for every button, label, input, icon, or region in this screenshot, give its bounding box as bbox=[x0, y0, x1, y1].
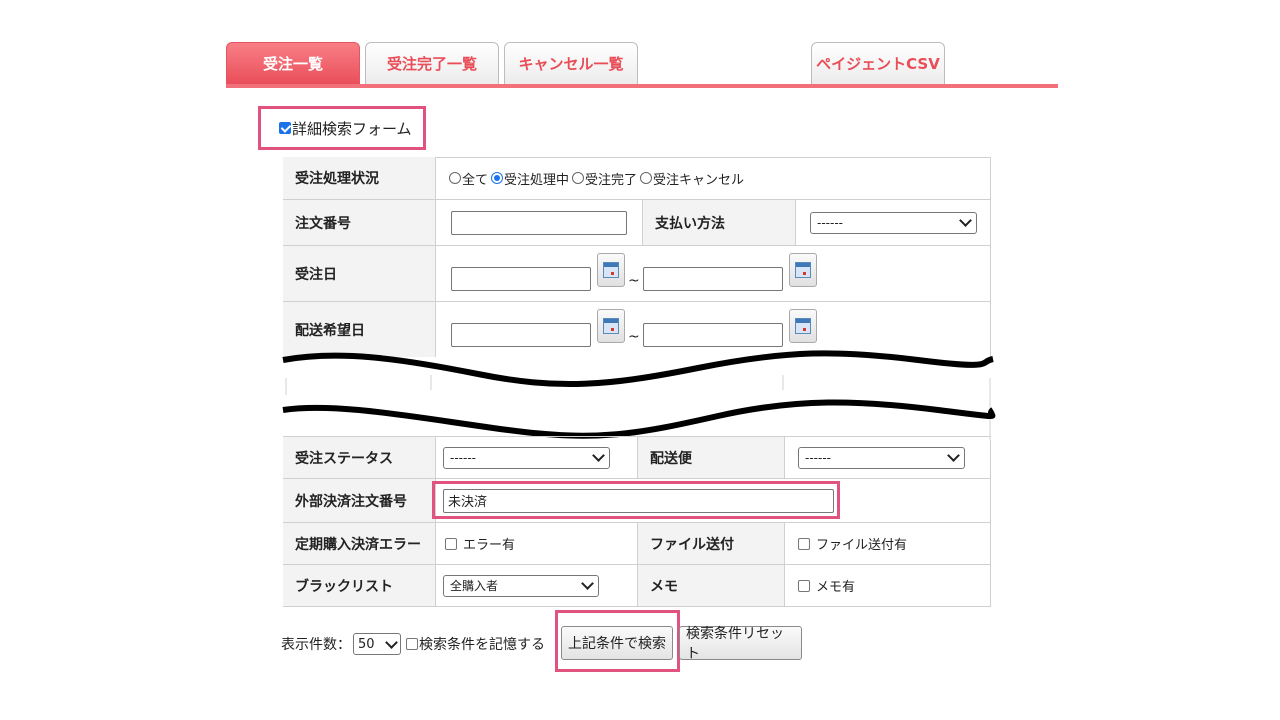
chevron-down-icon bbox=[592, 449, 605, 462]
option-completed-label: 受注完了 bbox=[585, 172, 638, 188]
calendar-icon[interactable] bbox=[788, 252, 817, 287]
delivery-service-label: 配送便 bbox=[637, 437, 785, 478]
delivery-date-separator: ~ bbox=[628, 328, 640, 345]
row-order-date: 受注日 ~ bbox=[283, 245, 991, 301]
option-cancelled[interactable]: 受注キャンセル bbox=[640, 169, 744, 188]
memo-label: メモ bbox=[637, 565, 785, 606]
order-date-label: 受注日 bbox=[283, 246, 436, 301]
remember-checkbox[interactable] bbox=[406, 638, 418, 650]
display-count-group: 表示件数： 50 検索条件を記憶する bbox=[281, 632, 545, 656]
row-subscription-error: 定期購入決済エラー エラー有 ファイル送付 ファイル送付有 bbox=[283, 522, 991, 564]
memo-checkbox-label: メモ有 bbox=[816, 580, 856, 595]
delivery-date-cell: ~ bbox=[451, 302, 817, 357]
order-state-label: 受注ステータス bbox=[283, 437, 436, 478]
display-count-label: 表示件数： bbox=[281, 637, 351, 653]
option-cancelled-label: 受注キャンセル bbox=[653, 172, 745, 188]
error-checkbox-label: エラー有 bbox=[463, 538, 516, 553]
tab-completed-label: 受注完了一覧 bbox=[386, 55, 477, 73]
tab-completed-orders[interactable]: 受注完了一覧 bbox=[365, 42, 499, 84]
tab-bar: 受注一覧 受注完了一覧 キャンセル一覧 ペイジェントCSV bbox=[226, 42, 1058, 88]
option-all-label: 全て bbox=[462, 172, 489, 188]
row-delivery-date: 配送希望日 ~ bbox=[283, 301, 991, 357]
payment-method-label: 支払い方法 bbox=[642, 200, 796, 245]
blacklist-cell: 全購入者 bbox=[443, 565, 599, 606]
chevron-down-icon bbox=[581, 577, 594, 590]
tab-cancelled-label: キャンセル一覧 bbox=[518, 55, 624, 73]
delivery-date-from-input[interactable] bbox=[451, 322, 591, 347]
row-blacklist: ブラックリスト 全購入者 メモ メモ有 bbox=[283, 564, 991, 606]
detail-search-toggle[interactable]: 詳細検索フォーム bbox=[258, 106, 426, 150]
option-all[interactable]: 全て bbox=[449, 169, 488, 188]
display-count-value: 50 bbox=[358, 636, 375, 652]
delivery-service-select[interactable]: ------ bbox=[798, 446, 965, 469]
row-order-number: 注文番号 支払い方法 ------ bbox=[283, 199, 991, 245]
error-checkbox[interactable] bbox=[445, 537, 457, 550]
order-number-input[interactable] bbox=[451, 210, 627, 235]
omission-break bbox=[278, 350, 998, 440]
subscription-error-cell[interactable]: エラー有 bbox=[445, 523, 515, 564]
payment-method-select[interactable]: ------ bbox=[810, 211, 977, 234]
delivery-date-to-input[interactable] bbox=[642, 322, 783, 347]
option-processing[interactable]: 受注処理中 bbox=[491, 169, 569, 188]
calendar-icon[interactable] bbox=[597, 308, 625, 343]
chevron-down-icon bbox=[959, 214, 972, 227]
calendar-icon[interactable] bbox=[597, 252, 625, 287]
tab-underline bbox=[226, 84, 1058, 88]
order-number-cell bbox=[451, 200, 627, 245]
external-payment-label: 外部決済注文番号 bbox=[283, 479, 436, 522]
tab-paygent-label: ペイジェントCSV bbox=[816, 55, 940, 73]
order-date-separator: ~ bbox=[628, 272, 640, 289]
delivery-date-label: 配送希望日 bbox=[283, 302, 436, 357]
chevron-down-icon bbox=[947, 449, 960, 462]
search-button[interactable]: 上記条件で検索 bbox=[561, 626, 673, 660]
display-count-select[interactable]: 50 bbox=[353, 633, 401, 655]
chevron-down-icon bbox=[385, 635, 398, 649]
order-status-options: 全て 受注処理中 受注完了 受注キャンセル bbox=[449, 157, 747, 199]
option-completed[interactable]: 受注完了 bbox=[572, 169, 637, 188]
payment-method-value: ------ bbox=[817, 215, 843, 230]
memo-checkbox[interactable] bbox=[798, 579, 810, 592]
option-processing-label: 受注処理中 bbox=[504, 172, 570, 188]
order-date-cell: ~ bbox=[451, 246, 817, 301]
blacklist-value: 全購入者 bbox=[450, 579, 499, 593]
row-order-status: 受注処理状況 全て 受注処理中 受注完了 受注キャンセル bbox=[283, 157, 991, 199]
remember-label: 検索条件を記憶する bbox=[419, 637, 545, 653]
file-send-cell[interactable]: ファイル送付有 bbox=[798, 523, 907, 564]
tab-orders-label: 受注一覧 bbox=[262, 55, 323, 73]
order-state-select[interactable]: ------ bbox=[443, 446, 610, 469]
order-status-label: 受注処理状況 bbox=[283, 157, 436, 199]
radio-processing[interactable] bbox=[491, 172, 504, 184]
calendar-icon[interactable] bbox=[788, 308, 817, 343]
order-date-to-input[interactable] bbox=[642, 266, 783, 291]
file-send-checkbox[interactable] bbox=[798, 537, 810, 550]
radio-cancelled[interactable] bbox=[640, 172, 653, 184]
radio-completed[interactable] bbox=[572, 172, 585, 184]
tab-cancelled-orders[interactable]: キャンセル一覧 bbox=[504, 42, 638, 84]
payment-method-cell: ------ bbox=[810, 200, 977, 245]
highlight-external-payment bbox=[432, 481, 840, 519]
blacklist-label: ブラックリスト bbox=[283, 565, 436, 606]
order-state-cell: ------ bbox=[443, 437, 610, 478]
memo-cell[interactable]: メモ有 bbox=[798, 565, 855, 606]
subscription-error-label: 定期購入決済エラー bbox=[283, 523, 436, 564]
tab-paygent-csv[interactable]: ペイジェントCSV bbox=[811, 42, 945, 84]
order-number-label: 注文番号 bbox=[283, 200, 436, 245]
order-date-from-input[interactable] bbox=[451, 266, 591, 291]
delivery-service-cell: ------ bbox=[798, 437, 965, 478]
delivery-service-value: ------ bbox=[805, 450, 831, 465]
file-send-label: ファイル送付 bbox=[637, 523, 785, 564]
row-order-state: 受注ステータス ------ 配送便 ------ bbox=[283, 436, 991, 478]
detail-search-checkbox[interactable] bbox=[279, 122, 291, 134]
blacklist-select[interactable]: 全購入者 bbox=[443, 574, 599, 597]
order-state-value: ------ bbox=[450, 450, 476, 465]
reset-button[interactable]: 検索条件リセット bbox=[679, 626, 802, 662]
radio-all[interactable] bbox=[449, 172, 461, 184]
file-send-checkbox-label: ファイル送付有 bbox=[816, 538, 908, 553]
detail-search-label: 詳細検索フォーム bbox=[292, 119, 412, 138]
tab-orders[interactable]: 受注一覧 bbox=[226, 42, 360, 84]
